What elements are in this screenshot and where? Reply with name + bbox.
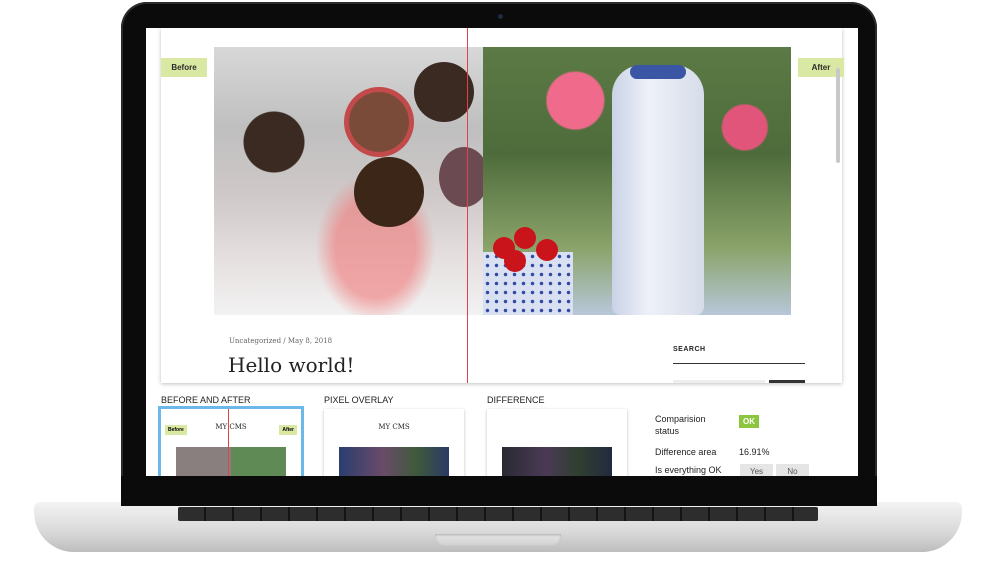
thumbnail-before-tag: Before (165, 425, 187, 435)
no-button[interactable]: No (776, 464, 809, 476)
comparison-status-label-line1: Comparision (655, 414, 706, 424)
bottle-cap (630, 65, 686, 79)
yes-button[interactable]: Yes (740, 464, 773, 476)
tomato (536, 239, 558, 261)
keyboard (178, 507, 818, 521)
before-image (214, 47, 489, 315)
milk-bottle (612, 65, 704, 315)
tomato-cup (483, 252, 573, 315)
panel-title-before-after: BEFORE AND AFTER (161, 395, 251, 405)
difference-area-value: 16.91% (739, 447, 770, 457)
hero-image (214, 47, 791, 315)
search-button[interactable] (769, 380, 805, 383)
thumbnail-site-title: MY CMS (378, 423, 410, 431)
scrollbar[interactable] (836, 68, 840, 163)
cake-pop (344, 87, 414, 157)
laptop-bezel-bottom (121, 476, 877, 506)
search-input[interactable] (673, 380, 765, 383)
thumbnail-image (339, 447, 449, 476)
post-title[interactable]: Hello world! (228, 353, 354, 377)
thumbnail-image (502, 447, 612, 476)
is-everything-ok-label: Is everything OK (655, 465, 722, 475)
difference-area-label: Difference area (655, 447, 717, 457)
panel-title-difference: DIFFERENCE (487, 395, 545, 405)
thumbnail-after-tag: After (279, 425, 297, 435)
tomato (514, 227, 536, 249)
slider-divider[interactable] (467, 28, 468, 383)
post-meta: Uncategorized / May 8, 2018 (229, 337, 332, 345)
thumbnail-difference[interactable] (487, 409, 627, 476)
laptop-notch (435, 534, 561, 546)
search-widget-title: SEARCH (673, 346, 706, 353)
post-date[interactable]: May 8, 2018 (288, 337, 332, 345)
comparison-status-label: Comparision status (655, 414, 706, 436)
cake-pop (414, 62, 474, 122)
panel-title-pixel-overlay: PIXEL OVERLAY (324, 395, 394, 405)
before-tag: Before (161, 58, 207, 77)
comparison-preview: Before After Uncategorized / May 8, 2018… (161, 28, 844, 383)
screen: Before After Uncategorized / May 8, 2018… (146, 28, 858, 476)
tomato (504, 250, 526, 272)
meta-separator: / (283, 337, 286, 345)
cake-pop (439, 147, 489, 207)
post-category[interactable]: Uncategorized (229, 337, 281, 345)
thumbnail-before-after[interactable]: MY CMS Before After (161, 409, 301, 476)
search-underline (673, 363, 805, 364)
cake-pop (354, 157, 424, 227)
thumbnail-divider (228, 409, 229, 476)
thumbnail-pixel-overlay[interactable]: MY CMS (324, 409, 464, 476)
comparison-status-label-line2: status (655, 426, 680, 436)
camera-icon (498, 14, 503, 19)
status-badge: OK (739, 415, 759, 428)
thumbnail-image (176, 447, 286, 476)
